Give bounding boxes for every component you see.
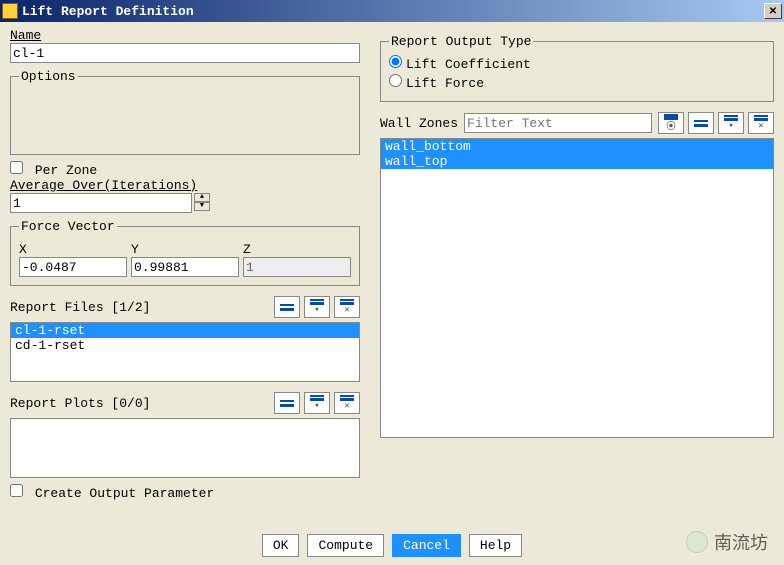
fv-y-input[interactable]	[131, 257, 239, 277]
report-plots-list[interactable]	[10, 418, 360, 478]
wall-zones-filter-input[interactable]	[464, 113, 652, 133]
ok-button[interactable]: OK	[262, 534, 300, 557]
name-label: Name	[10, 28, 360, 43]
fv-z-label: Z	[243, 242, 351, 257]
output-type-legend: Report Output Type	[389, 34, 533, 49]
force-vector-group: Force Vector X Y Z	[10, 219, 360, 286]
report-plots-select-all-button[interactable]: ▾	[304, 392, 330, 414]
force-vector-legend: Force Vector	[19, 219, 117, 234]
report-files-label: Report Files [1/2]	[10, 300, 274, 315]
titlebar: Lift Report Definition ✕	[0, 0, 784, 22]
watermark-text: 南流坊	[714, 529, 768, 555]
per-zone-label: Per Zone	[35, 163, 97, 178]
spinner-down-button[interactable]: ▼	[194, 202, 210, 211]
watermark: 南流坊	[686, 529, 768, 555]
per-zone-checkbox[interactable]	[10, 161, 23, 174]
report-plots-clear-button[interactable]: ✕	[334, 392, 360, 414]
options-legend: Options	[19, 69, 78, 84]
spinner-up-button[interactable]: ▲	[194, 193, 210, 202]
report-files-edit-button[interactable]	[274, 296, 300, 318]
list-item[interactable]: wall_top	[381, 154, 773, 169]
wall-zones-filter-button[interactable]: ⦿	[658, 112, 684, 134]
wall-zones-sort-button[interactable]	[688, 112, 714, 134]
report-files-select-all-button[interactable]: ▾	[304, 296, 330, 318]
window-title: Lift Report Definition	[22, 4, 764, 19]
lift-coef-label: Lift Coefficient	[406, 57, 531, 72]
wall-zones-deselect-all-button[interactable]: ✕	[748, 112, 774, 134]
lift-coef-radio[interactable]	[389, 55, 402, 68]
fv-x-input[interactable]	[19, 257, 127, 277]
list-item[interactable]: wall_bottom	[381, 139, 773, 154]
report-plots-label: Report Plots [0/0]	[10, 396, 274, 411]
avg-over-label: Average Over(Iterations)	[10, 178, 360, 193]
report-files-clear-button[interactable]: ✕	[334, 296, 360, 318]
name-input[interactable]	[10, 43, 360, 63]
lift-force-radio[interactable]	[389, 74, 402, 87]
watermark-icon	[686, 531, 708, 553]
create-output-label: Create Output Parameter	[35, 486, 214, 501]
app-icon	[2, 3, 18, 19]
lift-force-label: Lift Force	[406, 76, 484, 91]
list-item[interactable]: cl-1-rset	[11, 323, 359, 338]
wall-zones-list[interactable]: wall_bottomwall_top	[380, 138, 774, 438]
wall-zones-select-all-button[interactable]: ▾	[718, 112, 744, 134]
fv-z-input	[243, 257, 351, 277]
create-output-checkbox[interactable]	[10, 484, 23, 497]
compute-button[interactable]: Compute	[307, 534, 384, 557]
report-plots-edit-button[interactable]	[274, 392, 300, 414]
help-button[interactable]: Help	[469, 534, 522, 557]
button-bar: OK Compute Cancel Help 南流坊	[10, 526, 774, 561]
fv-x-label: X	[19, 242, 127, 257]
report-files-list[interactable]: cl-1-rsetcd-1-rset	[10, 322, 360, 382]
wall-zones-label: Wall Zones	[380, 116, 458, 131]
options-group: Options	[10, 69, 360, 155]
output-type-group: Report Output Type Lift Coefficient Lift…	[380, 34, 774, 102]
cancel-button[interactable]: Cancel	[392, 534, 461, 557]
close-button[interactable]: ✕	[764, 3, 782, 19]
avg-over-input[interactable]	[10, 193, 192, 213]
list-item[interactable]: cd-1-rset	[11, 338, 359, 353]
fv-y-label: Y	[131, 242, 239, 257]
